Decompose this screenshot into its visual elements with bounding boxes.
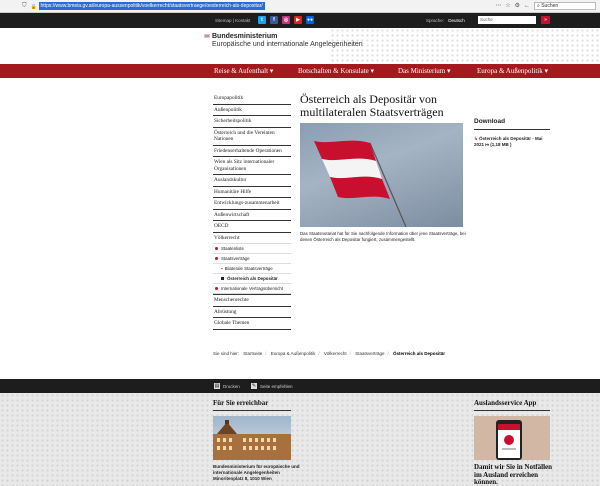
app-box: Auslandsservice App Damit wir Sie in Not… xyxy=(474,399,554,486)
sidebar-item-humanitaere-hilfe[interactable]: Humanitäre Hilfe xyxy=(213,187,291,198)
site-footer: Für Sie erreichbar Bundesministerium für… xyxy=(0,393,600,486)
building-illustration xyxy=(213,420,291,460)
nav-europa-aussenpolitik[interactable]: Europa & Außenpolitik ▾ xyxy=(477,67,548,75)
sidebar-item-globale-themen[interactable]: Globale Themen xyxy=(213,318,291,330)
site-search-input[interactable]: Suche xyxy=(478,16,536,24)
breadcrumb-item[interactable]: Völkerrecht xyxy=(324,351,347,356)
sidebar-subitem-internationale[interactable]: Internationale Vertragsübersicht xyxy=(213,284,291,294)
contact-address: Bundesministerium für europäische und in… xyxy=(213,464,300,481)
contact-heading: Für Sie erreichbar xyxy=(213,399,291,411)
sidebar-item-oecd[interactable]: OECD xyxy=(213,221,291,233)
main-content: Österreich als Depositär von multilatera… xyxy=(300,92,468,242)
austria-flag-icon xyxy=(204,34,210,38)
search-submit-button[interactable]: » xyxy=(541,16,550,24)
download-link[interactable]: ↳ Österreich als Depositär - Mai 2021 ↦ … xyxy=(474,136,550,148)
austrian-flag-photo xyxy=(300,123,463,227)
utility-links[interactable]: Sitemap | Kontakt xyxy=(215,18,250,23)
ministry-building-photo xyxy=(213,416,291,460)
arrow-icon: ▪ xyxy=(221,266,223,271)
sidebar-item-europapolitik[interactable]: Europapolitik xyxy=(213,93,291,105)
social-links: t f ◎ ▶ ●● xyxy=(258,16,314,24)
download-box: Download ↳ Österreich als Depositär - Ma… xyxy=(474,118,550,148)
flag-illustration xyxy=(314,140,407,227)
sidebar-item-aussenwirtschaft[interactable]: Außenwirtschaft xyxy=(213,210,291,221)
top-utility-bar: Sitemap | Kontakt t f ◎ ▶ ●● Sprache: Deutsc… xyxy=(0,13,600,28)
bullet-icon xyxy=(215,257,218,260)
sidebar-item-entwicklungszusammenarbeit[interactable]: Entwicklungs-zusammenarbeit xyxy=(213,198,291,210)
page-title: Österreich als Depositär von multilatera… xyxy=(300,92,444,119)
sidebar-item-aussenpolitik[interactable]: Außenpolitik xyxy=(213,105,291,116)
sidebar-item-auslandskultur[interactable]: Auslandskultur xyxy=(213,175,291,187)
print-button[interactable]: ▤ Drucken xyxy=(214,383,240,389)
active-square-icon xyxy=(221,277,224,280)
breadcrumb-current: Österreich als Depositär xyxy=(392,351,446,356)
back-arrow-icon[interactable]: ← xyxy=(524,3,530,9)
nav-botschaften-konsulate[interactable]: Botschaften & Konsulate ▾ xyxy=(298,67,374,75)
sidebar-item-menschenrechte[interactable]: Menschenrechte xyxy=(213,294,291,307)
shield-icon[interactable]: ⛉ xyxy=(22,3,27,9)
download-heading: Download xyxy=(474,118,550,130)
sidebar-subitem-bilaterale[interactable]: ▪ Bilaterale Staatsverträge xyxy=(213,264,291,274)
sidebar-item-sicherheitspolitik[interactable]: Sicherheitspolitik xyxy=(213,116,291,128)
sidebar-subitem-staatenliste[interactable]: Staatenliste xyxy=(213,244,291,254)
sidebar-subitem-staatsvertraege[interactable]: Staatsverträge xyxy=(213,254,291,264)
sidebar-item-voelkerrecht[interactable]: Völkerrecht xyxy=(213,233,291,244)
sidebar-item-friedenserhaltende-operationen[interactable]: Friedenserhaltende Operationen xyxy=(213,146,291,157)
contact-box: Für Sie erreichbar Bundesministerium für… xyxy=(213,399,303,482)
instagram-icon[interactable]: ◎ xyxy=(282,16,290,24)
language-selector[interactable]: Sprache: Deutsch xyxy=(426,18,465,23)
recommend-button[interactable]: ✎ Seite empfehlen xyxy=(251,383,293,389)
nav-das-ministerium[interactable]: Das Ministerium ▾ xyxy=(398,67,451,75)
flickr-icon[interactable]: ●● xyxy=(306,16,314,24)
sidebar-item-vereinte-nationen[interactable]: Österreich und die Vereinten Nationen xyxy=(213,128,291,146)
nav-reise-aufenthalt[interactable]: Reise & Aufenthalt ▾ xyxy=(214,67,273,75)
page-tools-bar: ▤ Drucken ✎ Seite empfehlen xyxy=(0,379,600,393)
world-map-pattern xyxy=(330,28,600,64)
bookmark-star-icon[interactable]: ☆ xyxy=(505,3,510,9)
sidebar-item-abruestung[interactable]: Abrüstung xyxy=(213,307,291,318)
address-bar[interactable]: 🔒 https://www.bmeia.gv.at/europa-aussenp… xyxy=(31,2,265,10)
sidebar-navigation: Europapolitik Außenpolitik Sicherheitspo… xyxy=(213,93,291,330)
app-description: Damit wir Sie in Notfällen im Ausland er… xyxy=(474,463,553,486)
breadcrumb-item[interactable]: Europa & Außenpolitik xyxy=(271,351,316,356)
browser-toolbar: ⛉ 🔒 https://www.bmeia.gv.at/europa-ausse… xyxy=(0,0,600,13)
twitter-icon[interactable]: t xyxy=(258,16,266,24)
main-navigation: Reise & Aufenthalt ▾ Botschaften & Konsu… xyxy=(0,64,600,78)
lock-icon: 🔒 xyxy=(30,3,37,10)
bullet-icon xyxy=(215,287,218,290)
share-icon: ✎ xyxy=(251,383,257,389)
breadcrumb-item[interactable]: Staatsverträge xyxy=(355,351,384,356)
extensions-icon[interactable]: ⚙ xyxy=(515,3,520,9)
app-phone-photo xyxy=(474,416,550,460)
breadcrumb: Sie sind hier: Startseite / Europa & Auße… xyxy=(213,351,446,356)
phone-illustration xyxy=(474,416,550,460)
dots-menu-icon[interactable]: ⋯ xyxy=(495,3,501,9)
site-header: Bundesministerium Europäische und intern… xyxy=(0,28,600,64)
sidebar-subitem-depositar-active[interactable]: Österreich als Depositär xyxy=(213,274,291,284)
url-text[interactable]: https://www.bmeia.gv.at/europa-aussenpol… xyxy=(38,2,265,10)
browser-search-input[interactable]: ⌕ Suchen xyxy=(534,2,596,10)
app-heading[interactable]: Auslandsservice App xyxy=(474,399,550,411)
sidebar-item-wien-sitz[interactable]: Wien als Sitz internationaler Organisati… xyxy=(213,157,291,175)
youtube-icon[interactable]: ▶ xyxy=(294,16,302,24)
print-icon: ▤ xyxy=(214,383,220,389)
facebook-icon[interactable]: f xyxy=(270,16,278,24)
breadcrumb-item[interactable]: Startseite xyxy=(243,351,262,356)
photo-caption: Das Staatsnotariat hat für Sie nachfolge… xyxy=(300,231,466,242)
bullet-icon xyxy=(215,247,218,250)
